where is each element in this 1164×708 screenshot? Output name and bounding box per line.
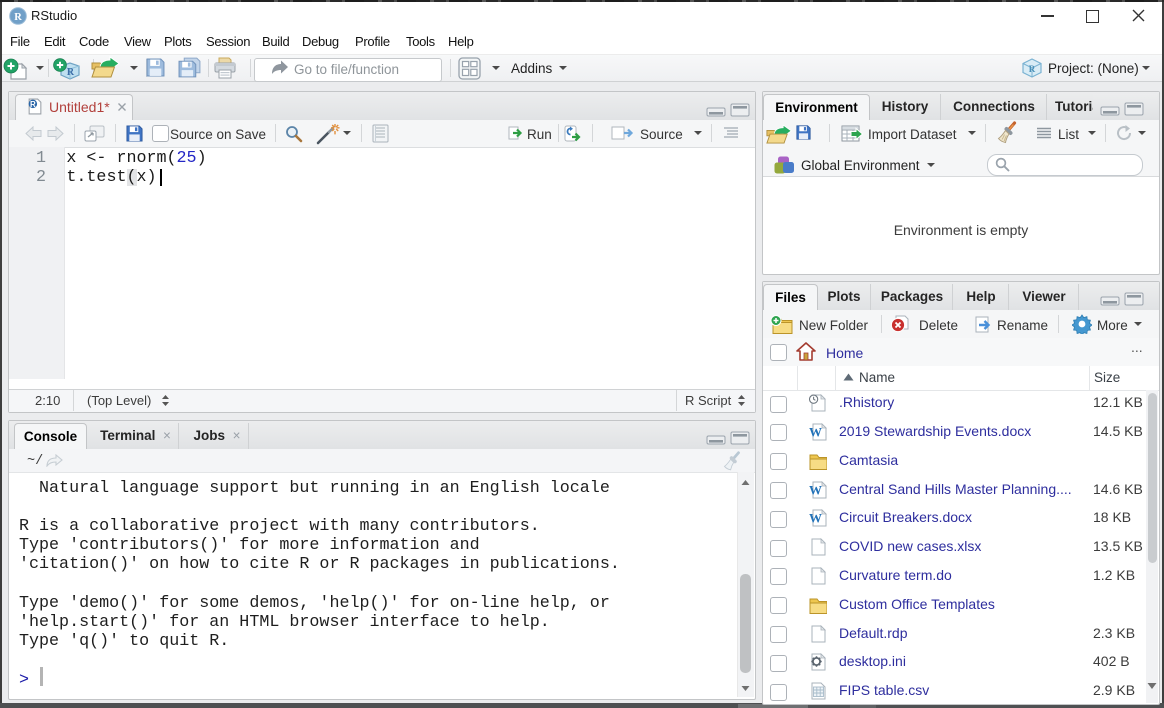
svg-text:R: R — [30, 100, 36, 109]
svg-text:R: R — [1029, 64, 1036, 74]
svg-text:R: R — [67, 67, 75, 78]
svg-text:R: R — [14, 12, 22, 23]
svg-text:W: W — [809, 511, 822, 526]
svg-text:W: W — [809, 482, 822, 497]
svg-text:W: W — [809, 424, 822, 439]
